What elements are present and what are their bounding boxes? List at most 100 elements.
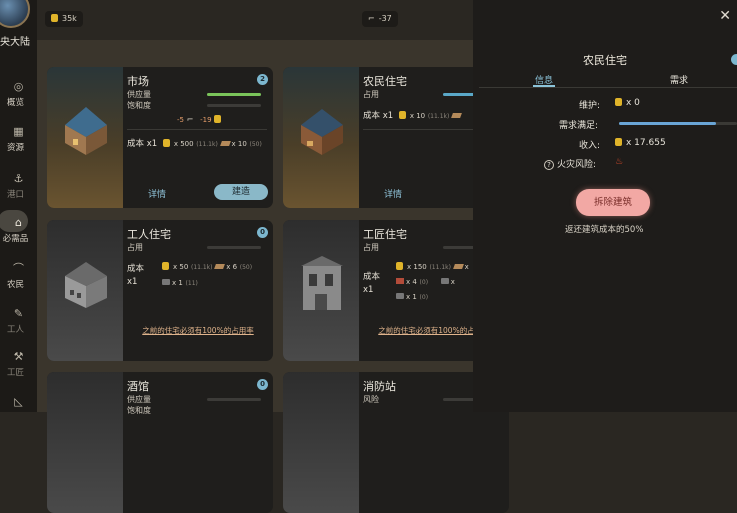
fire-risk-label: ? 火灾风险: [544,157,596,170]
port-icon: ⚓ [13,172,24,185]
artisan-cost-multiplier: x1 [363,285,374,295]
saturation-label: 饱和度 [127,406,151,415]
build-button[interactable]: 建造 [214,184,268,200]
sidebar-item-farmers[interactable]: ⌒ 农民 [0,262,37,290]
close-icon[interactable]: ✕ [719,8,731,24]
market-image [47,67,123,208]
artisan-cost-row1: x 150 (11.1k) x [396,262,469,272]
farmer-housing-image [283,67,359,208]
gold-coin-icon [162,139,170,147]
sidebar-item-resources[interactable]: ▦ 资源 [0,125,37,153]
wrench-icon: ✎ [13,307,24,320]
gold-coin-icon [615,138,622,146]
house-illustration [301,109,343,155]
worker-cost-label: 成本 [127,264,145,274]
risk-label: 风险 [363,395,379,404]
home-icon: ⌂ [15,216,22,229]
supply-label: 供应量 [127,90,151,99]
market-upkeep: -5 ⌐ -19 [177,115,225,125]
details-link[interactable]: 详情 [148,187,166,200]
count-badge: 0 [257,227,268,238]
gold-coin-icon [396,262,403,270]
tools-counter: ⌐ -37 [362,11,398,27]
sidebar-item-artisans[interactable]: ⚒ 工匠 [0,350,37,378]
gold-coin-icon [398,111,406,119]
warehouse-icon: ▦ [13,125,24,138]
region-name: 央大陆 [0,37,30,48]
region-emblem[interactable] [0,0,30,28]
wood-icon [452,264,464,269]
worker-cost-items: x 50 (11.1k) x 6 (50) [162,262,252,272]
help-icon[interactable]: ? [544,160,554,170]
tab-demand[interactable]: 需求 [670,73,688,86]
gold-coin-icon [51,14,58,22]
card-market[interactable]: 市场 2 供应量 饱和度 -5 ⌐ -19 成本 x1 x 500 (11.1k… [47,67,273,208]
income-label: 收入: [579,141,601,151]
tools-icon [162,279,170,285]
artisan-cost-label: 成本 [363,272,381,282]
sidebar-item-workers[interactable]: ✎ 工人 [0,307,37,335]
satisfaction-label: 需求满足: [559,121,599,131]
count-badge: 2 [257,74,268,85]
tools-icon [440,278,449,284]
supply-bar [207,398,261,401]
house-illustration [65,107,107,155]
card-tavern[interactable]: 酒馆 0 供应量 饱和度 [47,372,273,513]
income-value: x 17.655 [615,138,666,148]
tools-icon: ⌐ [368,14,375,23]
sidebar-item-more[interactable]: ◺ [0,395,37,409]
building-detail-panel: ✕ 农民住宅 信息 需求 维护: x 0 需求满足: 收入: x 17.655 … [473,0,737,412]
house-illustration [301,256,343,310]
worker-cost-multiplier: x1 [127,277,138,287]
supply-bar [207,93,261,96]
card-title: 消防站 [363,380,396,393]
worker-housing-image [47,220,123,361]
market-cost: 成本 x1 x 500 (11.1k) x 10 (50) [127,139,262,149]
requirement-text[interactable]: 之前的住宅必须有100%的占用率 [127,325,269,337]
wood-icon [214,264,226,269]
maintenance-value: x 0 [615,98,640,108]
worker-cost-tools: x 1 (11) [162,278,198,288]
sidebar: 央大陆 ◎ 概览 ▦ 资源 ⚓ 港口 ⌂ 必需品 ⌒ 农民 ✎ 工人 ⚒ 工匠 … [0,0,37,412]
gold-coin-icon [214,115,222,123]
sidebar-item-port[interactable]: ⚓ 港口 [0,172,37,200]
status-dot [731,54,737,65]
sidebar-item-overview[interactable]: ◎ 概览 [0,80,37,108]
compass-icon: ◎ [13,80,24,93]
flame-icon: ♨ [615,157,624,167]
supply-label: 供应量 [127,395,151,404]
sidebar-item-necessities[interactable]: ⌂ 必需品 [0,210,37,244]
sickle-icon: ⌒ [13,262,24,275]
satisfaction-bar [619,122,737,125]
saturation-label: 饱和度 [127,101,151,110]
saturation-bar [207,104,261,107]
occupancy-bar [207,246,261,249]
artisan-housing-image [283,220,359,361]
artisan-cost-row3: x 1 (0) [396,292,428,302]
anvil-icon [396,293,404,299]
details-link[interactable]: 详情 [384,187,402,200]
ruler-icon: ◺ [14,395,23,408]
occupancy-label: 占用 [127,243,143,252]
wood-icon [219,141,231,146]
farmer-cost: 成本 x1 x 10 (11.1k) [363,109,463,121]
brick-icon [396,278,404,284]
tools-icon: ⌐ [186,115,194,124]
tavern-image [47,372,123,513]
building-board: 市场 2 供应量 饱和度 -5 ⌐ -19 成本 x1 x 500 (11.1k… [37,40,509,513]
fire-station-image [283,372,359,513]
refund-note: 返还建筑成本的50% [565,225,644,235]
occupancy-label: 占用 [363,90,379,99]
card-title: 酒馆 [127,380,149,393]
house-illustration [65,262,107,308]
count-badge: 0 [257,379,268,390]
card-title: 农民住宅 [363,75,407,88]
fire-risk-value: ♨ [615,157,623,167]
card-title: 工匠住宅 [363,228,407,241]
gold-counter: 35k [45,11,83,27]
demolish-button[interactable]: 拆除建筑 [576,189,650,216]
panel-title: 农民住宅 [583,54,627,67]
card-worker-housing[interactable]: 工人住宅 0 占用 成本 x1 x 50 (11.1k) x 6 (50) x … [47,220,273,361]
card-title: 工人住宅 [127,228,171,241]
gold-coin-icon [615,98,622,106]
